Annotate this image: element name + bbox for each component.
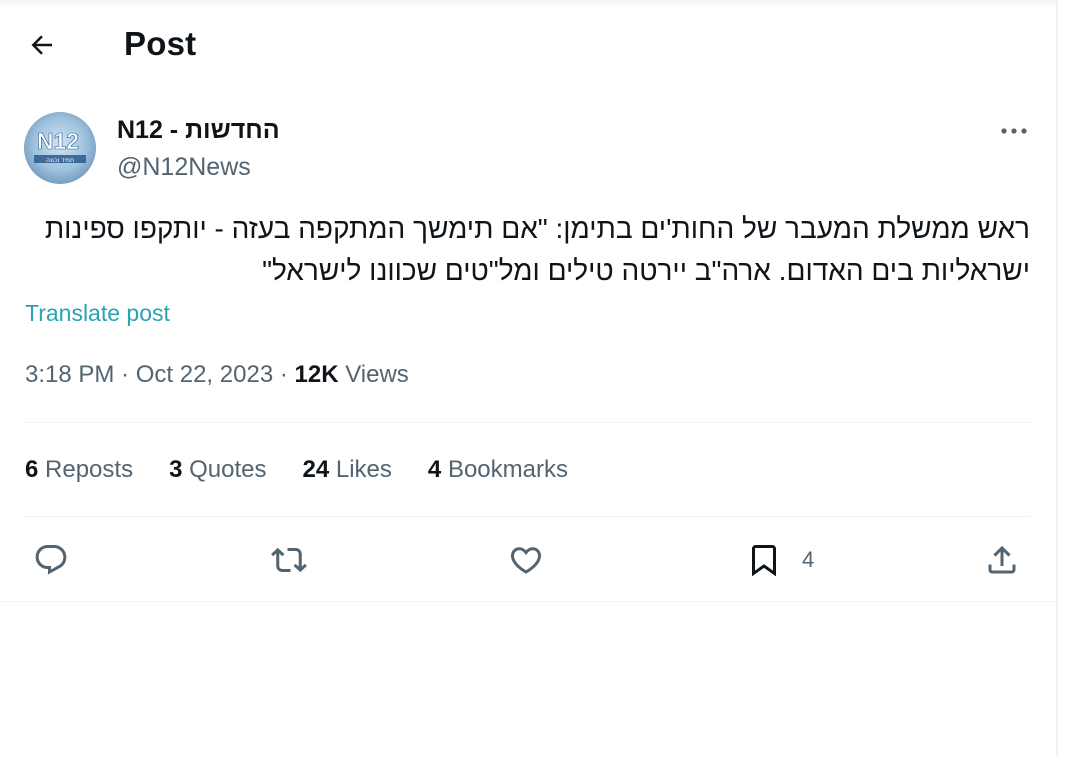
- engagement-stats: 6 Reposts 3 Quotes 24 Likes 4 Bookmarks: [25, 456, 604, 484]
- views-count: 12K: [294, 361, 339, 388]
- arrow-left-icon: [31, 35, 52, 55]
- views-label: Views: [345, 361, 409, 388]
- like-button[interactable]: [508, 540, 544, 580]
- meta-separator-2: ·: [279, 361, 288, 388]
- stat-reposts[interactable]: 6 Reposts: [25, 456, 133, 484]
- stat-label: Bookmarks: [447, 456, 568, 483]
- divider: [25, 516, 1030, 517]
- divider: [25, 422, 1030, 423]
- author-name[interactable]: N12 - החדשות: [117, 116, 280, 145]
- post-page: Post N12 תמיד נכונה N12 - החדשות @N12New…: [0, 0, 1058, 757]
- more-horizontal-icon: [1001, 128, 1027, 134]
- divider: [0, 601, 1058, 602]
- svg-text:תמיד נכונה: תמיד נכונה: [46, 157, 74, 164]
- stat-likes[interactable]: 24 Likes: [303, 456, 392, 484]
- back-button[interactable]: [22, 26, 62, 64]
- reply-button[interactable]: [33, 540, 69, 580]
- stat-count: 6: [25, 456, 39, 483]
- post-text: ראש ממשלת המעבר של החות'ים בתימן: "אם תי…: [44, 213, 1030, 286]
- stat-bookmarks[interactable]: 4 Bookmarks: [428, 456, 568, 484]
- post-date[interactable]: Oct 22, 2023: [136, 361, 273, 388]
- stat-label: Likes: [335, 456, 392, 483]
- bookmark-button[interactable]: 4: [746, 540, 814, 580]
- bookmark-icon: [752, 545, 776, 577]
- share-icon: [988, 545, 1016, 574]
- svg-text:N12: N12: [37, 128, 79, 154]
- share-button[interactable]: [984, 540, 1020, 580]
- reply-icon: [35, 545, 67, 575]
- stat-quotes[interactable]: 3 Quotes: [169, 456, 266, 484]
- n12-logo: N12 תמיד נכונה: [24, 112, 96, 184]
- page-title: Post: [124, 25, 197, 62]
- bookmark-count: 4: [802, 547, 815, 572]
- more-button[interactable]: [994, 116, 1034, 146]
- translate-post-label: Translate post: [25, 300, 170, 326]
- heart-icon: [510, 547, 542, 574]
- stat-label: Quotes: [189, 456, 267, 483]
- post-meta: 3:18 PM · Oct 22, 2023 · 12K Views: [25, 361, 409, 389]
- stat-count: 24: [302, 456, 330, 483]
- translate-post-link[interactable]: Translate post: [25, 300, 170, 327]
- stat-count: 3: [169, 456, 183, 483]
- meta-separator: ·: [121, 361, 130, 388]
- top-fade: [0, 0, 1058, 8]
- repost-icon: [271, 547, 307, 573]
- avatar[interactable]: N12 תמיד נכונה: [24, 112, 96, 184]
- repost-button[interactable]: [271, 540, 307, 580]
- stat-label: Reposts: [45, 456, 134, 483]
- column-border: [1056, 0, 1058, 757]
- stat-count: 4: [427, 456, 442, 483]
- author-handle[interactable]: @N12News: [117, 153, 251, 182]
- post-time[interactable]: 3:18 PM: [25, 361, 114, 388]
